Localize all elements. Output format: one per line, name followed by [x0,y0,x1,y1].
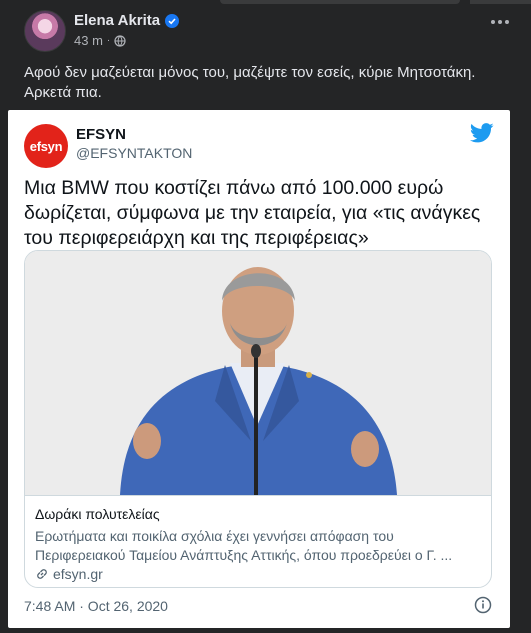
link-preview-info[interactable]: Δωράκι πολυτελείας Ερωτήματα και ποικίλα… [25,495,491,587]
link-description: Ερωτήματα και ποικίλα σχόλια έχει γεννήσ… [35,528,453,563]
globe-icon [114,34,126,47]
efsyn-logo-text: efsyn [29,138,63,154]
tweet-author-handle[interactable]: @EFSYNTAKTON [76,145,192,161]
verified-badge-icon [165,13,180,28]
tweet-text: Μια BMW που κοστίζει πάνω από 100.000 ευ… [24,177,481,249]
link-preview-image[interactable] [25,251,491,495]
author-avatar[interactable] [24,10,66,52]
link-domain-row[interactable]: efsyn.gr [35,566,103,582]
link-domain[interactable]: efsyn.gr [53,566,103,582]
link-preview-card[interactable]: Δωράκι πολυτελείας Ερωτήματα και ποικίλα… [24,250,492,588]
tweet-timestamp[interactable]: 7:48 AM · Oct 26, 2020 [24,598,168,614]
efsyn-avatar[interactable]: efsyn [24,124,68,168]
tweet-author-name[interactable]: EFSYN [76,126,126,143]
top-bar-fragment [220,0,460,4]
author-row: Elena Akrita [74,12,180,29]
post-header: Elena Akrita 43 m · [24,10,515,54]
twitter-bird-icon[interactable] [470,122,494,144]
embedded-tweet-card[interactable]: efsyn EFSYN @EFSYNTAKTON Μια BMW που κοσ… [8,110,510,628]
author-name[interactable]: Elena Akrita [74,12,160,29]
separator-dot: · [106,35,111,46]
post-time[interactable]: 43 m [74,33,103,48]
post-text: Αφού δεν μαζεύεται μόνος του, μαζέψτε το… [24,64,476,101]
link-icon [37,569,47,579]
speaker-photo [25,251,491,495]
top-bar-fragment [470,0,531,4]
link-title[interactable]: Δωράκι πολυτελείας [35,506,160,522]
post-meta: 43 m · [74,33,126,48]
info-icon[interactable] [474,596,492,614]
more-options-icon[interactable] [491,20,509,24]
